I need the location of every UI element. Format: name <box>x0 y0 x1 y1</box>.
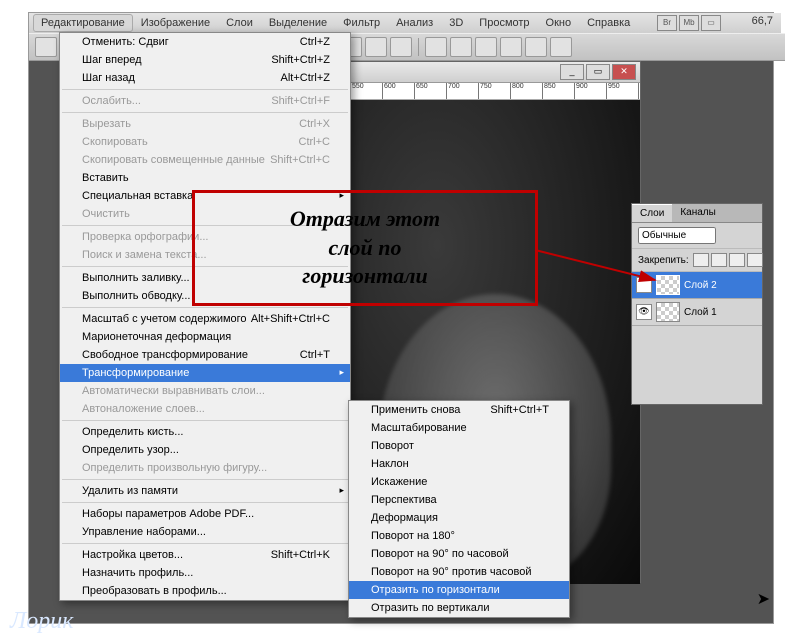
menu-item: Автоматически выравнивать слои... <box>60 382 350 400</box>
menu-view[interactable]: Просмотр <box>471 14 537 32</box>
transform-submenu: Применить сноваShift+Ctrl+TМасштабирован… <box>348 400 570 618</box>
lock-row: Закрепить: <box>632 249 762 272</box>
mouse-cursor-icon: ➤ <box>757 589 770 609</box>
menu-item[interactable]: Назначить профиль... <box>60 564 350 582</box>
bridge-icon[interactable]: Br <box>657 15 677 31</box>
blend-mode-row <box>632 223 762 249</box>
annotation-callout: Отразим этот слой по горизонтали <box>192 190 538 306</box>
menu-filter[interactable]: Фильтр <box>335 14 388 32</box>
align-icon[interactable] <box>390 37 412 57</box>
distribute-icon[interactable] <box>425 37 447 57</box>
layer-thumbnail[interactable] <box>656 302 680 322</box>
menu-item: СкопироватьCtrl+C <box>60 133 350 151</box>
menu-layers[interactable]: Слои <box>218 14 261 32</box>
layer-list: 👁 Слой 2 👁 Слой 1 <box>632 272 762 326</box>
layer-name: Слой 1 <box>684 307 717 318</box>
lock-label: Закрепить: <box>638 255 689 266</box>
lock-transparency-icon[interactable] <box>693 253 709 267</box>
menu-item[interactable]: Наборы параметров Adobe PDF... <box>60 505 350 523</box>
layers-panel: Слои Каналы Закрепить: 👁 Слой 2 👁 <box>631 203 763 405</box>
layer-item[interactable]: 👁 Слой 1 <box>632 299 762 326</box>
menu-edit[interactable]: Редактирование <box>33 14 133 32</box>
submenu-item[interactable]: Поворот на 90° по часовой <box>349 545 569 563</box>
menu-window[interactable]: Окно <box>538 14 580 32</box>
menu-item: Автоналожение слоев... <box>60 400 350 418</box>
menu-item[interactable]: Управление наборами... <box>60 523 350 541</box>
submenu-item[interactable]: Искажение <box>349 473 569 491</box>
submenu-item[interactable]: Деформация <box>349 509 569 527</box>
watermark: Лорик <box>0 604 83 639</box>
visibility-icon[interactable]: 👁 <box>636 304 652 320</box>
menu-item[interactable]: Вставить <box>60 169 350 187</box>
menu-select[interactable]: Выделение <box>261 14 335 32</box>
submenu-item[interactable]: Отразить по горизонтали <box>349 581 569 599</box>
maximize-icon[interactable]: ▭ <box>586 64 610 80</box>
menu-item: Определить произвольную фигуру... <box>60 459 350 477</box>
menu-item[interactable]: Свободное трансформированиеCtrl+T <box>60 346 350 364</box>
blend-mode-select[interactable] <box>638 227 716 244</box>
menu-bar: Редактирование Изображение Слои Выделени… <box>29 13 781 33</box>
top-app-icons: Br Mb ▭ <box>657 15 721 31</box>
submenu-item[interactable]: Наклон <box>349 455 569 473</box>
menu-item[interactable]: Удалить из памяти <box>60 482 350 500</box>
submenu-item[interactable]: Отразить по вертикали <box>349 599 569 617</box>
layer-name: Слой 2 <box>684 280 717 291</box>
menu-item[interactable]: Определить кисть... <box>60 423 350 441</box>
submenu-item[interactable]: Применить сноваShift+Ctrl+T <box>349 401 569 419</box>
distribute-icon[interactable] <box>500 37 522 57</box>
layer-thumbnail[interactable] <box>656 275 680 295</box>
lock-all-icon[interactable] <box>747 253 763 267</box>
menu-item[interactable]: Марионеточная деформация <box>60 328 350 346</box>
screen-mode-icon[interactable]: ▭ <box>701 15 721 31</box>
menu-item[interactable]: Масштаб с учетом содержимогоAlt+Shift+Ct… <box>60 310 350 328</box>
lock-position-icon[interactable] <box>729 253 745 267</box>
menu-item: ВырезатьCtrl+X <box>60 115 350 133</box>
menu-analysis[interactable]: Анализ <box>388 14 441 32</box>
submenu-item[interactable]: Поворот на 90° против часовой <box>349 563 569 581</box>
horizontal-ruler: 55060065070075080085090095010 <box>350 83 640 100</box>
submenu-item[interactable]: Перспектива <box>349 491 569 509</box>
distribute-icon[interactable] <box>525 37 547 57</box>
menu-item[interactable]: Трансформирование <box>60 364 350 382</box>
tab-layers[interactable]: Слои <box>632 204 672 222</box>
submenu-item[interactable]: Масштабирование <box>349 419 569 437</box>
menu-item[interactable]: Шаг назадAlt+Ctrl+Z <box>60 69 350 87</box>
menu-item[interactable]: Настройка цветов...Shift+Ctrl+K <box>60 546 350 564</box>
menu-item: Скопировать совмещенные данныеShift+Ctrl… <box>60 151 350 169</box>
app-window: Редактирование Изображение Слои Выделени… <box>28 12 774 624</box>
menu-item[interactable]: Определить узор... <box>60 441 350 459</box>
submenu-item[interactable]: Поворот на 180° <box>349 527 569 545</box>
menu-item[interactable]: Шаг впередShift+Ctrl+Z <box>60 51 350 69</box>
tab-channels[interactable]: Каналы <box>672 204 724 222</box>
annotation-text: Отразим этот слой по горизонтали <box>290 205 440 291</box>
edit-menu-dropdown: Отменить: СдвигCtrl+ZШаг впередShift+Ctr… <box>59 32 351 601</box>
document-titlebar: _ ▭ ✕ <box>350 62 640 83</box>
mb-icon[interactable]: Mb <box>679 15 699 31</box>
align-icon[interactable] <box>365 37 387 57</box>
menu-item: Ослабить...Shift+Ctrl+F <box>60 92 350 110</box>
menu-image[interactable]: Изображение <box>133 14 218 32</box>
submenu-item[interactable]: Поворот <box>349 437 569 455</box>
distribute-icon[interactable] <box>475 37 497 57</box>
menu-help[interactable]: Справка <box>579 14 638 32</box>
tool-preset-icon[interactable] <box>35 37 57 57</box>
layer-item[interactable]: 👁 Слой 2 <box>632 272 762 299</box>
zoom-level[interactable]: 66,7 <box>752 15 773 27</box>
minimize-icon[interactable]: _ <box>560 64 584 80</box>
menu-item[interactable]: Отменить: СдвигCtrl+Z <box>60 33 350 51</box>
close-icon[interactable]: ✕ <box>612 64 636 80</box>
distribute-icon[interactable] <box>550 37 572 57</box>
visibility-icon[interactable]: 👁 <box>636 277 652 293</box>
lock-pixels-icon[interactable] <box>711 253 727 267</box>
menu-item[interactable]: Преобразовать в профиль... <box>60 582 350 600</box>
menu-3d[interactable]: 3D <box>441 14 471 32</box>
panel-tabs: Слои Каналы <box>632 204 762 223</box>
distribute-icon[interactable] <box>450 37 472 57</box>
